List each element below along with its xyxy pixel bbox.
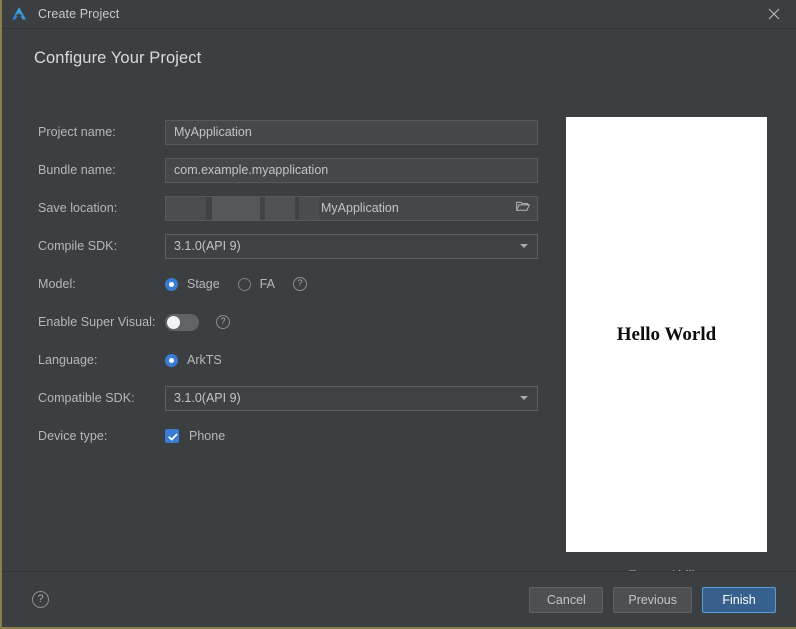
window-title: Create Project [38,7,120,21]
dialog-footer: ? Cancel Previous Finish [2,571,796,627]
enable-super-visual-help-icon[interactable]: ? [216,315,230,329]
toggle-knob [167,315,180,329]
phone-preview-screen: Hello World [566,117,767,552]
cancel-button[interactable]: Cancel [529,586,604,613]
model-radio-stage[interactable]: Stage [165,277,220,291]
bundle-name-input[interactable]: com.example.myapplication [165,157,538,183]
chevron-down-icon [520,396,528,400]
footer-button-group: Cancel Previous Finish [529,586,776,613]
language-label: Language: [38,353,98,367]
radio-unselected-icon [237,277,251,291]
page-title: Configure Your Project [34,49,202,67]
chevron-down-icon [520,244,528,248]
compatible-sdk-label: Compatible SDK: [38,391,135,405]
checkbox-checked-icon [165,429,179,443]
model-option-label-fa: FA [259,277,275,291]
finish-button[interactable]: Finish [702,586,776,613]
folder-open-icon[interactable] [515,199,531,217]
language-radio-group: ArkTS [165,353,540,367]
model-radio-group: Stage FA ? [165,277,540,291]
model-radio-fa[interactable]: FA [237,277,275,291]
field-compile-sdk: Compile SDK: 3.1.0(API 9) [38,227,540,265]
radio-selected-icon [165,353,178,367]
compile-sdk-value: 3.1.0(API 9) [174,239,241,253]
field-device-type: Device type: Phone [38,417,540,455]
project-name-input[interactable]: MyApplication [165,119,538,145]
field-bundle-name: Bundle name: com.example.myapplication [38,151,540,189]
enable-super-visual-toggle[interactable] [165,313,199,331]
field-project-name: Project name: MyApplication [38,113,540,151]
compatible-sdk-select[interactable]: 3.1.0(API 9) [165,385,538,411]
device-type-label: Device type: [38,429,108,443]
project-config-form: Project name: MyApplication Bundle name:… [38,113,540,455]
bundle-name-label: Bundle name: [38,163,116,177]
title-bar: Create Project [2,0,796,29]
preview-screen-text: Hello World [616,323,717,345]
field-compatible-sdk: Compatible SDK: 3.1.0(API 9) [38,379,540,417]
model-help-icon[interactable]: ? [292,277,307,291]
model-option-label-stage: Stage [187,277,220,291]
save-location-label: Save location: [38,201,118,215]
save-location-value: MyApplication [321,201,399,215]
close-icon[interactable] [752,0,796,28]
radio-selected-icon [165,277,178,291]
deveco-logo-icon [10,5,28,23]
language-option-label-arkts: ArkTS [187,353,222,367]
redacted-path-prefix [166,196,319,220]
project-name-label: Project name: [38,125,116,139]
language-radio-arkts[interactable]: ArkTS [165,353,222,367]
create-project-dialog: Create Project Configure Your Project Pr… [0,0,796,629]
field-save-location: Save location: MyApplication [38,189,540,227]
field-enable-super-visual: Enable Super Visual: ? [38,303,540,341]
compatible-sdk-value: 3.1.0(API 9) [174,391,241,405]
enable-super-visual-label: Enable Super Visual: [38,315,156,329]
field-model: Model: Stage FA ? [38,265,540,303]
model-label: Model: [38,277,76,291]
previous-button[interactable]: Previous [613,586,692,613]
device-type-option-label-phone: Phone [189,429,226,443]
dialog-body: Configure Your Project Project name: MyA… [2,29,796,583]
save-location-input[interactable]: MyApplication [165,195,538,221]
field-language: Language: ArkTS [38,341,540,379]
template-preview: Hello World Empty Ability [566,117,767,583]
device-type-checkbox-phone[interactable]: Phone [165,429,540,443]
compile-sdk-label: Compile SDK: [38,239,118,253]
compile-sdk-select[interactable]: 3.1.0(API 9) [165,233,538,259]
footer-help-icon[interactable]: ? [32,591,49,608]
